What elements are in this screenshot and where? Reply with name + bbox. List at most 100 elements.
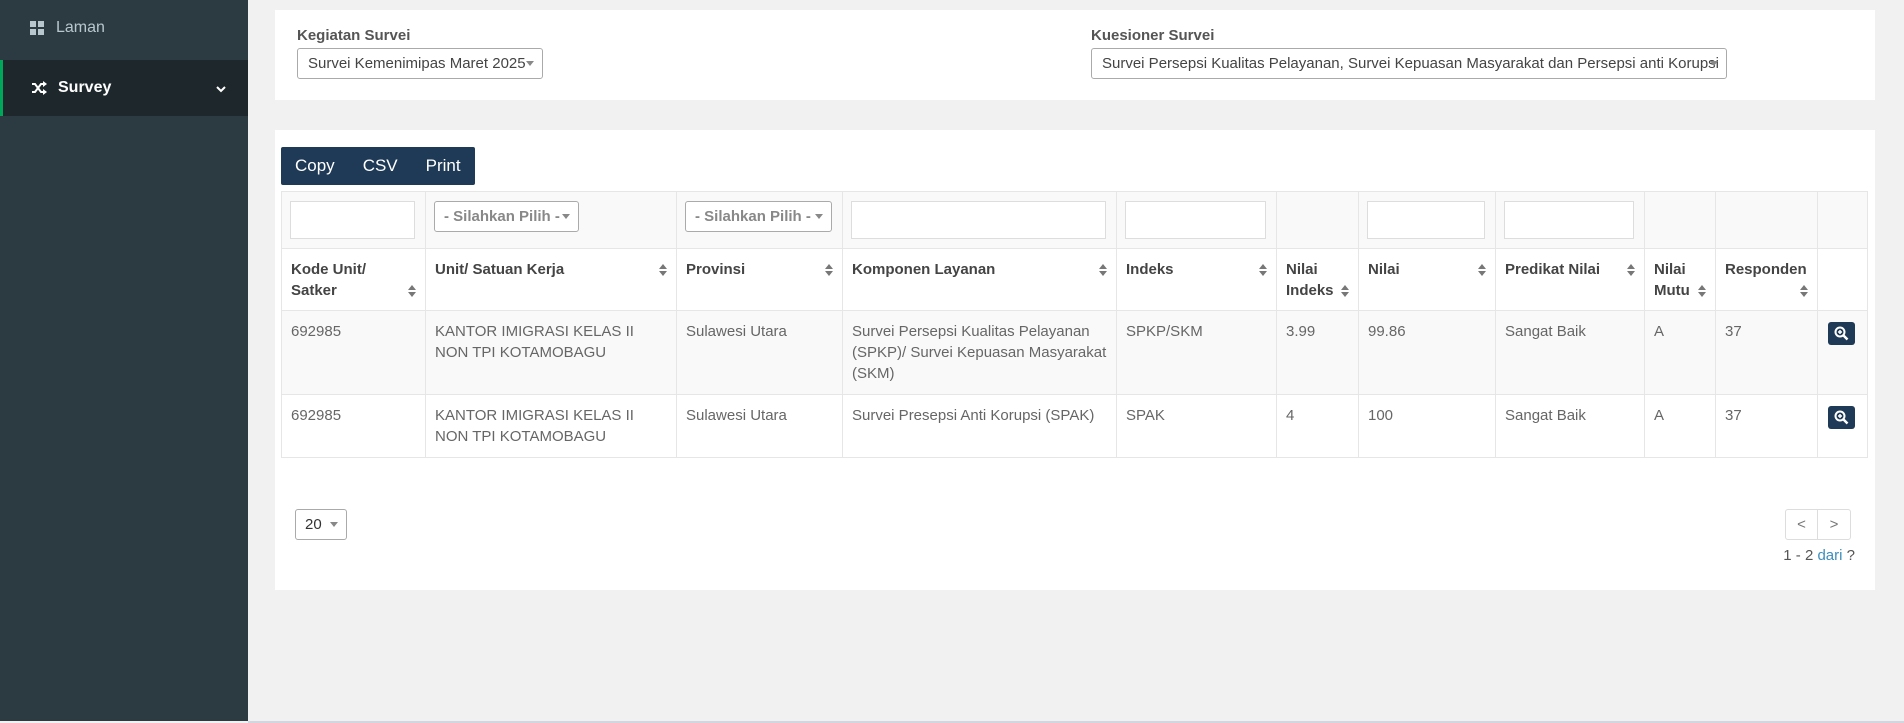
header-label: Indeks — [1126, 261, 1174, 278]
header-label: Unit/ Satuan Kerja — [435, 261, 565, 278]
column-header-action — [1817, 248, 1868, 311]
header-label: Kode Unit/ Satker — [291, 261, 366, 299]
print-button[interactable]: Print — [412, 147, 475, 185]
cell-unit: KANTOR IMIGRASI KELAS II NON TPI KOTAMOB… — [425, 394, 677, 458]
cell-mutu: A — [1644, 394, 1716, 458]
header-label: Nilai — [1368, 261, 1400, 278]
provinsi-filter-value: - Silahkan Pilih - — [695, 208, 811, 225]
sidebar-item-survey[interactable]: Survey — [0, 60, 248, 116]
zoom-in-button[interactable] — [1828, 406, 1855, 429]
cell-mutu: A — [1644, 310, 1716, 395]
sort-icon — [1341, 285, 1349, 299]
predikat-filter-input[interactable] — [1504, 201, 1634, 239]
zoom-in-icon — [1834, 326, 1849, 341]
header-label: Responden — [1725, 261, 1807, 278]
export-button-group: Copy CSV Print — [281, 147, 475, 185]
column-header-kode[interactable]: Kode Unit/ Satker — [281, 248, 426, 311]
sort-icon — [1698, 285, 1706, 299]
results-table: - Silahkan Pilih - - Silahkan Pilih - Ko… — [281, 191, 1868, 458]
table-row: 692985 KANTOR IMIGRASI KELAS II NON TPI … — [281, 394, 1868, 458]
sidebar-item-laman[interactable]: Laman — [0, 0, 248, 60]
column-header-provinsi[interactable]: Provinsi — [676, 248, 843, 311]
column-header-unit[interactable]: Unit/ Satuan Kerja — [425, 248, 677, 311]
column-header-komponen[interactable]: Komponen Layanan — [842, 248, 1117, 311]
cell-predikat: Sangat Baik — [1495, 394, 1645, 458]
zoom-in-icon — [1834, 410, 1849, 425]
column-header-indeks[interactable]: Indeks — [1116, 248, 1277, 311]
sort-icon — [1259, 264, 1267, 278]
filter-row: - Silahkan Pilih - - Silahkan Pilih - — [281, 191, 1868, 249]
dashboard-icon — [28, 19, 46, 37]
caret-down-icon — [562, 214, 570, 219]
cell-indeks: SPKP/SKM — [1116, 310, 1277, 395]
sort-icon — [408, 285, 416, 299]
kegiatan-select-value: Survei Kemenimipas Maret 2025 — [308, 55, 526, 72]
kegiatan-label: Kegiatan Survei — [297, 27, 411, 44]
sort-icon — [1800, 285, 1808, 299]
header-label: Nilai Indeks — [1286, 261, 1334, 299]
column-header-responden[interactable]: Responden — [1715, 248, 1818, 311]
cell-responden: 37 — [1715, 310, 1818, 395]
copy-button[interactable]: Copy — [281, 147, 349, 185]
cell-predikat: Sangat Baik — [1495, 310, 1645, 395]
caret-down-icon — [526, 61, 534, 66]
cell-kode: 692985 — [281, 394, 426, 458]
pagination: < > — [1785, 509, 1851, 540]
komponen-filter-input[interactable] — [851, 201, 1106, 239]
results-box: Copy CSV Print - Silahkan Pilih - - Sila… — [275, 130, 1875, 590]
cell-komponen: Survei Presepsi Anti Korupsi (SPAK) — [842, 394, 1117, 458]
kode-filter-input[interactable] — [290, 201, 415, 239]
nilai-filter-input[interactable] — [1367, 201, 1485, 239]
cell-nilai-indeks: 4 — [1276, 394, 1359, 458]
next-page-button[interactable]: > — [1818, 510, 1850, 539]
header-label: Provinsi — [686, 261, 746, 278]
zoom-in-button[interactable] — [1828, 322, 1855, 345]
cell-provinsi: Sulawesi Utara — [676, 394, 843, 458]
per-page-value: 20 — [305, 516, 322, 533]
cell-indeks: SPAK — [1116, 394, 1277, 458]
cell-action — [1817, 310, 1868, 395]
pagination-range: 1 - 2 — [1783, 547, 1814, 564]
sort-icon — [825, 264, 833, 278]
pagination-of-link[interactable]: dari — [1817, 547, 1842, 564]
survey-filter-box: Kegiatan Survei Survei Kemenimipas Maret… — [275, 10, 1875, 100]
prev-page-button[interactable]: < — [1786, 510, 1818, 539]
sort-icon — [659, 264, 667, 278]
sort-icon — [1627, 264, 1635, 278]
chevron-down-icon[interactable] — [216, 80, 226, 98]
caret-down-icon — [815, 214, 823, 219]
kuesioner-select[interactable]: Survei Persepsi Kualitas Pelayanan, Surv… — [1091, 48, 1727, 79]
kuesioner-select-value: Survei Persepsi Kualitas Pelayanan, Surv… — [1102, 55, 1720, 72]
cell-unit: KANTOR IMIGRASI KELAS II NON TPI KOTAMOB… — [425, 310, 677, 395]
caret-down-icon — [329, 522, 338, 527]
cell-nilai: 99.86 — [1358, 310, 1496, 395]
header-row: Kode Unit/ Satker Unit/ Satuan Kerja Pro… — [281, 248, 1868, 311]
csv-button[interactable]: CSV — [349, 147, 412, 185]
column-header-mutu[interactable]: Nilai Mutu — [1644, 248, 1716, 311]
column-header-nilai[interactable]: Nilai — [1358, 248, 1496, 311]
sort-icon — [1099, 264, 1107, 278]
cell-komponen: Survei Persepsi Kualitas Pelayanan (SPKP… — [842, 310, 1117, 395]
pagination-info: 1 - 2 dari ? — [1783, 547, 1855, 564]
caret-down-icon — [1710, 61, 1718, 66]
pagination-total: ? — [1846, 547, 1855, 564]
sidebar-item-label: Survey — [58, 79, 112, 96]
provinsi-filter-select[interactable]: - Silahkan Pilih - — [685, 201, 832, 232]
table-row: 692985 KANTOR IMIGRASI KELAS II NON TPI … — [281, 310, 1868, 395]
cell-action — [1817, 394, 1868, 458]
unit-filter-select[interactable]: - Silahkan Pilih - — [434, 201, 579, 232]
per-page-select[interactable]: 20 — [295, 509, 347, 540]
cell-kode: 692985 — [281, 310, 426, 395]
kegiatan-select[interactable]: Survei Kemenimipas Maret 2025 — [297, 48, 543, 79]
sort-icon — [1478, 264, 1486, 278]
column-header-predikat[interactable]: Predikat Nilai — [1495, 248, 1645, 311]
indeks-filter-input[interactable] — [1125, 201, 1266, 239]
cell-nilai-indeks: 3.99 — [1276, 310, 1359, 395]
header-label: Predikat Nilai — [1505, 261, 1601, 278]
column-header-nilai-indeks[interactable]: Nilai Indeks — [1276, 248, 1359, 311]
cell-provinsi: Sulawesi Utara — [676, 310, 843, 395]
kuesioner-label: Kuesioner Survei — [1091, 27, 1215, 44]
unit-filter-value: - Silahkan Pilih - — [444, 208, 560, 225]
header-label: Komponen Layanan — [852, 261, 996, 278]
sidebar-item-label: Laman — [56, 19, 105, 36]
